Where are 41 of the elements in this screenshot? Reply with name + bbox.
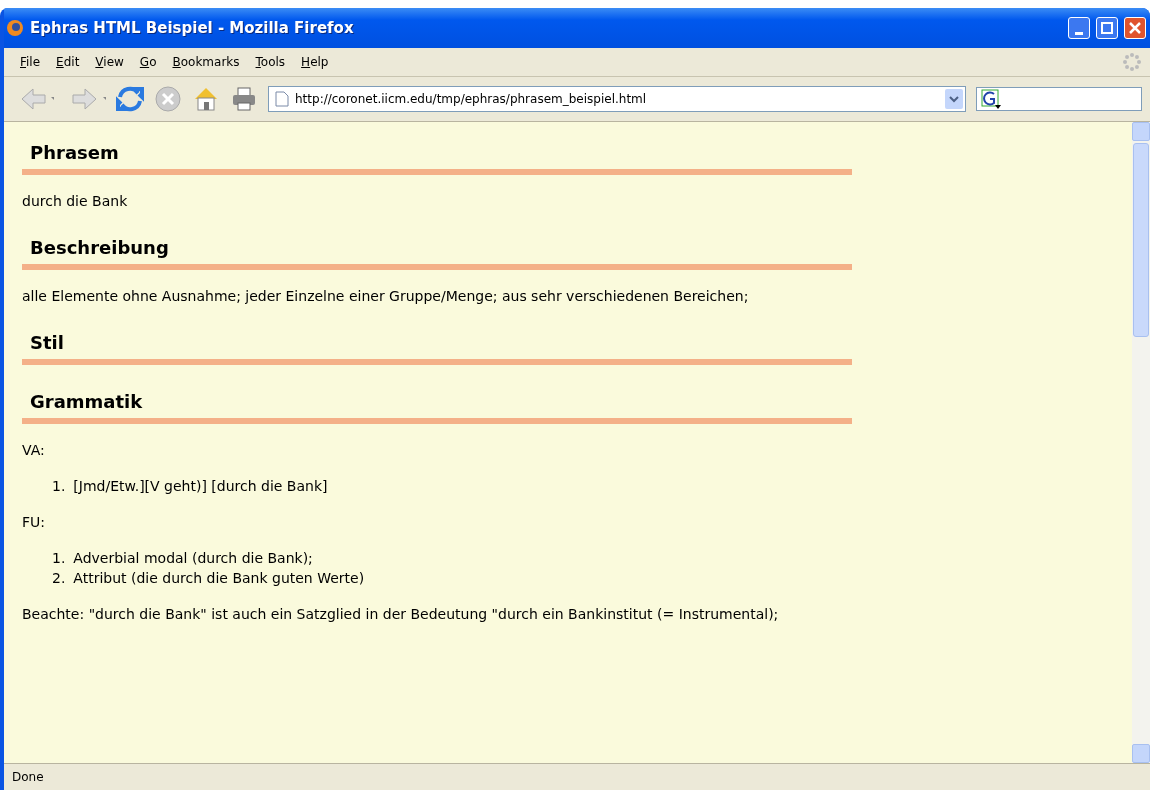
paragraph: FU:: [22, 513, 47, 532]
paragraph: alle Elemente ohne Ausnahme; jeder Einzelne einer Gruppe/Menge; aus sehr verschiedenen Bereichen;: [22, 287, 750, 306]
menu-item[interactable]: Tools: [247, 53, 294, 71]
section-heading: Grammatik: [22, 383, 852, 424]
paragraph: durch die Bank: [22, 192, 129, 211]
throbber-icon: [1122, 52, 1142, 72]
menu-item[interactable]: Help: [293, 53, 337, 71]
firefox-logo-icon: [6, 19, 24, 37]
section-heading: Phrasem: [22, 134, 852, 175]
reload-icon[interactable]: [116, 85, 144, 113]
maximize-button[interactable]: [1096, 17, 1118, 39]
list-item: Attribut (die durch die Bank guten Werte): [73, 569, 365, 588]
paragraph: Beachte: "durch die Bank" ist auch ein Satzglied in der Bedeutung "durch ein Bankinstitut (= Instrumental);: [22, 605, 780, 624]
menu-item[interactable]: Go: [131, 53, 165, 71]
menu-item[interactable]: File: [12, 53, 49, 71]
print-icon[interactable]: [230, 85, 258, 113]
section-heading: Beschreibung: [22, 229, 852, 270]
list-number: 1.: [52, 477, 66, 496]
list-item: Adverbial modal (durch die Bank);: [73, 549, 313, 568]
section-heading: Stil: [22, 324, 852, 365]
minimize-button[interactable]: [1068, 17, 1090, 39]
menu-item[interactable]: View: [87, 53, 132, 71]
maximize-icon: [1101, 22, 1113, 34]
stop-icon[interactable]: [154, 85, 182, 113]
window-title: Ephras HTML Beispiel - Mozilla Firefox: [30, 19, 355, 37]
search-field[interactable]: [976, 87, 1142, 111]
page-icon: [275, 91, 289, 107]
paragraph: VA:: [22, 441, 46, 460]
list-item: [Jmd/Etw.][V geht)] [durch die Bank]: [73, 477, 328, 496]
close-button[interactable]: [1124, 17, 1146, 39]
list-number: 2.: [52, 569, 66, 588]
google-icon: [981, 89, 1001, 109]
menu-item[interactable]: Bookmarks: [164, 53, 248, 71]
close-icon: [1129, 22, 1141, 34]
menu-item[interactable]: Edit: [48, 53, 88, 71]
status-text: Done: [12, 770, 44, 784]
minimize-icon: [1075, 31, 1083, 35]
dropdown-button[interactable]: [945, 89, 963, 109]
address-field[interactable]: http://coronet.iicm.edu/tmp/ephras/phrasem_beispiel.html: [268, 86, 966, 112]
scrollbar[interactable]: [1132, 122, 1150, 763]
list-number: 1.: [52, 549, 66, 568]
